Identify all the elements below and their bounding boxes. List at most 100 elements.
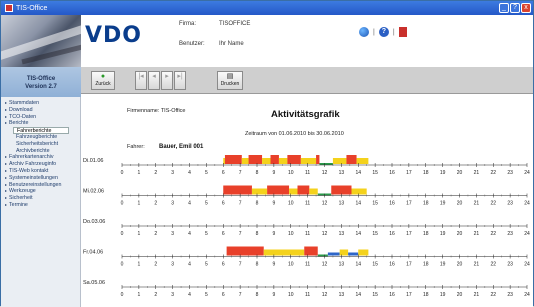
print-label: Drucken bbox=[220, 81, 240, 87]
hour-label: 16 bbox=[389, 262, 395, 268]
hour-label: 14 bbox=[355, 231, 361, 237]
activity-segment bbox=[339, 249, 349, 256]
sidebar-item[interactable]: Sicherheitsbericht bbox=[1, 141, 80, 148]
hour-label: 1 bbox=[137, 201, 140, 207]
hour-label: 2 bbox=[154, 262, 157, 268]
hour-label: 5 bbox=[205, 262, 208, 268]
hour-label: 22 bbox=[490, 262, 496, 268]
hour-label: 15 bbox=[372, 292, 378, 298]
report-area: Firmenname: TIS-Office Aktivitätsgrafik … bbox=[81, 94, 533, 307]
hour-label: 24 bbox=[524, 292, 530, 298]
hour-label: 5 bbox=[205, 170, 208, 176]
hour-label: 0 bbox=[121, 170, 124, 176]
next-page-button[interactable]: ▸ bbox=[161, 71, 173, 90]
day-label: Do.03.06 bbox=[83, 219, 105, 225]
activity-segment bbox=[278, 158, 288, 164]
day-label: Sa.05.06 bbox=[83, 280, 105, 286]
hour-label: 1 bbox=[137, 170, 140, 176]
hour-label: 14 bbox=[355, 292, 361, 298]
hour-label: 4 bbox=[188, 262, 191, 268]
hour-label: 20 bbox=[457, 262, 463, 268]
icon-separator: | bbox=[392, 28, 395, 36]
hour-label: 7 bbox=[239, 201, 242, 207]
activity-segment bbox=[316, 155, 320, 164]
hour-label: 10 bbox=[288, 262, 294, 268]
activity-segment bbox=[289, 188, 298, 195]
help-button[interactable]: ? bbox=[510, 3, 520, 13]
day-label: Fr.04.06 bbox=[83, 250, 103, 256]
hour-label: 11 bbox=[305, 231, 310, 237]
back-label: Zurück bbox=[95, 81, 111, 87]
exit-icon[interactable] bbox=[398, 27, 407, 37]
sidebar-item[interactable]: Berichte bbox=[1, 120, 80, 127]
benutzer-label: Benutzer: bbox=[179, 41, 205, 47]
activity-segment bbox=[241, 158, 249, 164]
activity-segment bbox=[297, 185, 310, 195]
sidebar-item[interactable]: Fahrerkartenarchiv bbox=[1, 154, 80, 161]
print-button[interactable]: ▤ Drucken bbox=[217, 71, 243, 90]
app-name: TIS-Office bbox=[26, 76, 56, 82]
hour-label: 17 bbox=[406, 262, 412, 268]
sidebar-item[interactable]: Download bbox=[1, 107, 80, 114]
hour-label: 20 bbox=[457, 170, 463, 176]
last-page-button[interactable]: ▸| bbox=[174, 71, 186, 90]
last-page-icon: ▸| bbox=[177, 73, 183, 80]
hour-label: 21 bbox=[474, 292, 480, 298]
language-icon[interactable] bbox=[359, 27, 369, 37]
sidebar-item[interactable]: TIS-Web kontakt bbox=[1, 168, 80, 175]
day-label: Di.01.06 bbox=[83, 158, 104, 164]
hour-label: 3 bbox=[171, 262, 174, 268]
close-button[interactable]: x bbox=[521, 3, 531, 13]
sidebar: TIS-Office Version 2.7 StammdatenDownloa… bbox=[1, 67, 81, 307]
first-page-button[interactable]: |◂ bbox=[135, 71, 147, 90]
hour-label: 24 bbox=[524, 170, 530, 176]
sidebar-item[interactable]: Fahrzeugberichte bbox=[1, 134, 80, 141]
sidebar-item[interactable]: Sicherheit bbox=[1, 195, 80, 202]
app-header: VDO Firma: TISOFFICE Benutzer: Ihr Name … bbox=[1, 15, 533, 67]
hour-label: 16 bbox=[389, 201, 395, 207]
hour-label: 13 bbox=[339, 170, 345, 176]
activity-segment bbox=[223, 185, 252, 195]
hour-label: 10 bbox=[288, 201, 294, 207]
sidebar-item[interactable]: Termine bbox=[1, 202, 80, 209]
hour-label: 0 bbox=[121, 231, 124, 237]
sidebar-item[interactable]: Benutzereinstellungen bbox=[1, 182, 80, 189]
help-icon[interactable]: ? bbox=[378, 27, 389, 37]
back-button[interactable]: ● Zurück bbox=[91, 71, 115, 90]
sidebar-nav: StammdatenDownloadTCO-DatenBerichteFahre… bbox=[1, 97, 80, 209]
hour-label: 1 bbox=[137, 292, 140, 298]
hour-label: 8 bbox=[256, 201, 259, 207]
sidebar-item[interactable]: Stammdaten bbox=[1, 100, 80, 107]
hour-label: 12 bbox=[322, 201, 328, 207]
activity-segment bbox=[348, 252, 359, 256]
tis-office-window: TIS-Office _ ? x VDO Firma: TISOFFICE Be… bbox=[0, 0, 534, 307]
hour-label: 19 bbox=[440, 292, 446, 298]
next-page-icon: ▸ bbox=[165, 73, 169, 80]
hour-label: 6 bbox=[222, 231, 225, 237]
sidebar-item[interactable]: TCO-Daten bbox=[1, 114, 80, 121]
activity-segment bbox=[332, 158, 347, 164]
toolbar: ● Zurück |◂ ◂ ▸ ▸| ▤ Drucken bbox=[81, 67, 533, 94]
hour-label: 13 bbox=[339, 201, 345, 207]
hour-label: 16 bbox=[389, 292, 395, 298]
hour-label: 8 bbox=[256, 170, 259, 176]
hour-label: 3 bbox=[171, 231, 174, 237]
sidebar-item[interactable]: Werkzeuge bbox=[1, 188, 80, 195]
prev-page-button[interactable]: ◂ bbox=[148, 71, 160, 90]
first-page-icon: |◂ bbox=[138, 73, 144, 80]
sidebar-item[interactable]: Archiv Fahrzeuginfo bbox=[1, 161, 80, 168]
hour-label: 17 bbox=[406, 231, 412, 237]
benutzer-value: Ihr Name bbox=[219, 41, 244, 47]
hour-label: 4 bbox=[188, 170, 191, 176]
hour-label: 13 bbox=[339, 231, 345, 237]
hour-label: 11 bbox=[305, 262, 310, 268]
sidebar-item[interactable]: Systemeinstellungen bbox=[1, 175, 80, 182]
activity-segment bbox=[226, 246, 264, 256]
hour-label: 15 bbox=[372, 262, 378, 268]
sidebar-item[interactable]: Archivberichte bbox=[1, 148, 80, 155]
hour-label: 14 bbox=[355, 262, 361, 268]
sidebar-item[interactable]: Fahrerberichte bbox=[13, 127, 69, 134]
minimize-button[interactable]: _ bbox=[499, 3, 509, 13]
activity-segment bbox=[309, 188, 318, 195]
hour-label: 3 bbox=[171, 292, 174, 298]
